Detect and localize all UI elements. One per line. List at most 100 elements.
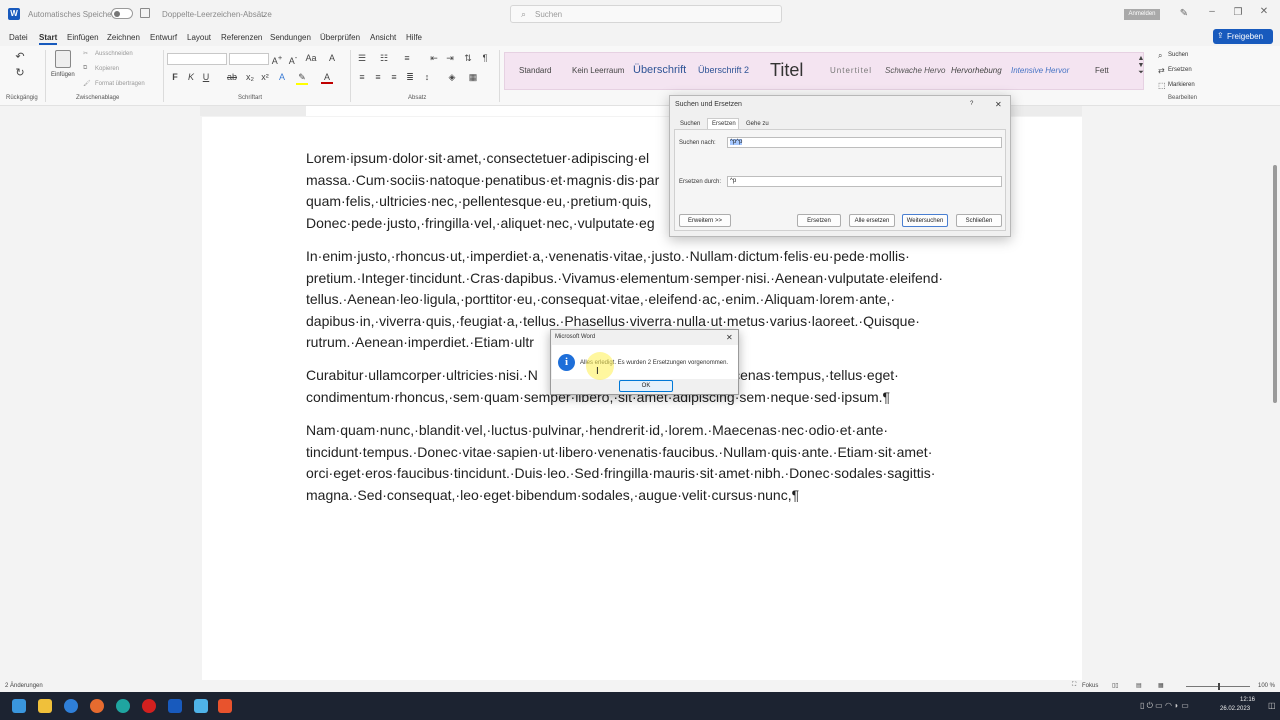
tab-ansicht[interactable]: Ansicht (370, 33, 396, 42)
firefox-icon[interactable] (90, 699, 104, 713)
word-icon[interactable] (168, 699, 182, 713)
autosave-toggle[interactable] (111, 8, 133, 19)
find-icon[interactable]: ⌕ (1158, 51, 1162, 61)
select-label[interactable]: Markieren (1168, 82, 1195, 88)
tab-referenzen[interactable]: Referenzen (221, 33, 262, 42)
tab-suchen[interactable]: Suchen (680, 121, 700, 127)
find-next-button[interactable]: Weitersuchen (902, 214, 948, 227)
paste-icon[interactable] (55, 50, 71, 68)
bold-icon[interactable]: F (169, 72, 181, 82)
strikethrough-icon[interactable]: ab (226, 72, 238, 82)
italic-icon[interactable]: K (185, 72, 197, 82)
signin-button[interactable]: Anmelden (1124, 9, 1160, 20)
find-input[interactable]: ^p^p (727, 137, 1002, 148)
replace-all-button[interactable]: Alle ersetzen (849, 214, 895, 227)
zoom-level[interactable]: 100 % (1258, 683, 1275, 689)
style-standard[interactable]: Standard (519, 66, 551, 75)
style-heading2[interactable]: Überschrift 2 (698, 65, 749, 75)
cut-label[interactable]: Ausschneiden (95, 51, 133, 57)
select-icon[interactable]: ⬚ (1158, 81, 1166, 90)
replace-input[interactable]: ^p (727, 176, 1002, 187)
format-painter-label[interactable]: Format übertragen (95, 81, 145, 87)
font-color-icon[interactable]: A (321, 72, 333, 84)
undo-icon[interactable]: ↶ (14, 50, 26, 63)
minimize-icon[interactable]: – (1202, 6, 1222, 17)
restore-icon[interactable]: ❐ (1228, 7, 1248, 18)
changes-count[interactable]: 2 Änderungen (5, 683, 43, 689)
search-input[interactable]: ⌕ Suchen (510, 5, 782, 23)
style-subtitle[interactable]: Untertitel (830, 66, 872, 75)
close-icon[interactable]: ✕ (995, 100, 1002, 109)
system-tray-icons[interactable]: ▯ ⏻ ▭ ◠ ◗ ▭ (1140, 701, 1189, 711)
more-button[interactable]: Erweitern >> (679, 214, 731, 227)
scroll-thumb[interactable] (1273, 165, 1277, 403)
style-emphasis[interactable]: Hervorhebung (951, 66, 1002, 75)
screen-recorder-icon[interactable] (218, 699, 232, 713)
cut-icon[interactable]: ✂ (83, 50, 88, 57)
ok-button[interactable]: OK (619, 380, 673, 392)
borders-icon[interactable]: ▦ (467, 72, 479, 83)
paste-label[interactable]: Einfügen (51, 72, 75, 78)
style-no-spacing[interactable]: Kein Leerraum (572, 66, 624, 75)
focus-label[interactable]: Fokus (1082, 683, 1098, 689)
replace-icon[interactable]: ⇄ (1158, 66, 1165, 75)
align-right-icon[interactable]: ≡ (388, 72, 400, 82)
shrink-font-icon[interactable]: A- (287, 53, 299, 66)
tab-zeichnen[interactable]: Zeichnen (107, 33, 140, 42)
subscript-icon[interactable]: x₂ (244, 72, 256, 82)
save-icon[interactable] (140, 8, 150, 18)
style-subtle-emphasis[interactable]: Schwache Hervo (885, 66, 945, 75)
web-layout-icon[interactable]: ▦ (1158, 682, 1164, 689)
close-icon[interactable]: ✕ (726, 333, 733, 342)
redo-icon[interactable]: ↻ (14, 66, 26, 79)
replace-label[interactable]: Ersetzen (1168, 67, 1192, 73)
change-case-icon[interactable]: Aa (305, 53, 317, 63)
align-left-icon[interactable]: ≡ (356, 72, 368, 82)
clear-format-icon[interactable]: A (326, 53, 338, 63)
tab-datei[interactable]: Datei (9, 33, 28, 42)
tab-sendungen[interactable]: Sendungen (270, 33, 311, 42)
copy-icon[interactable]: ⧉ (83, 65, 87, 72)
increase-indent-icon[interactable]: ⇥ (444, 53, 456, 64)
replace-button[interactable]: Ersetzen (797, 214, 841, 227)
read-mode-icon[interactable]: ▯▯ (1112, 682, 1119, 689)
pen-icon[interactable]: ✎ (1174, 8, 1194, 19)
close-icon[interactable]: ✕ (1254, 6, 1274, 17)
style-intense-emphasis[interactable]: Intensive Hervor (1011, 66, 1069, 75)
shading-icon[interactable]: ◈ (446, 72, 458, 83)
superscript-icon[interactable]: x² (259, 72, 271, 82)
edge-icon[interactable] (116, 699, 130, 713)
windows-start-icon[interactable] (12, 699, 26, 713)
clock-date[interactable]: 26.02.2023 (1220, 706, 1250, 712)
tab-start[interactable]: Start (39, 33, 58, 45)
notepad-icon[interactable] (194, 699, 208, 713)
numbering-icon[interactable]: ☷ (378, 53, 390, 64)
bullets-icon[interactable]: ☰ (356, 53, 368, 64)
mail-icon[interactable] (64, 699, 78, 713)
zoom-thumb[interactable] (1218, 683, 1220, 690)
multilevel-list-icon[interactable]: ≡ (401, 53, 413, 63)
tab-gehe-zu[interactable]: Gehe zu (746, 121, 769, 127)
notification-icon[interactable]: ◫ (1268, 701, 1276, 710)
text-effects-icon[interactable]: A (276, 72, 288, 82)
style-heading1[interactable]: Überschrift (633, 64, 686, 76)
print-layout-icon[interactable]: ▤ (1136, 682, 1142, 689)
file-explorer-icon[interactable] (38, 699, 52, 713)
font-name-select[interactable] (167, 53, 227, 65)
highlight-icon[interactable]: ✎ (296, 72, 308, 85)
tab-einfuegen[interactable]: Einfügen (67, 33, 99, 42)
close-button[interactable]: Schließen (956, 214, 1002, 227)
styles-scroll-icon[interactable]: ▲ ▼ ⏷ (1135, 55, 1147, 77)
help-button[interactable]: ? (970, 101, 973, 107)
tab-layout[interactable]: Layout (187, 33, 211, 42)
paragraph-4[interactable]: Nam·quam·nunc,·blandit·vel,·luctus·pulvi… (306, 420, 996, 506)
find-label[interactable]: Suchen (1168, 52, 1188, 58)
vertical-ruler[interactable] (0, 116, 12, 678)
grow-font-icon[interactable]: A+ (271, 53, 283, 66)
tab-ersetzen[interactable]: Ersetzen (712, 121, 736, 127)
clock-time[interactable]: 12:16 (1240, 697, 1255, 703)
style-strong[interactable]: Fett (1095, 66, 1109, 75)
line-spacing-icon[interactable]: ↕ (421, 72, 433, 82)
format-painter-icon[interactable]: 🖌 (83, 80, 91, 87)
tab-entwurf[interactable]: Entwurf (150, 33, 177, 42)
